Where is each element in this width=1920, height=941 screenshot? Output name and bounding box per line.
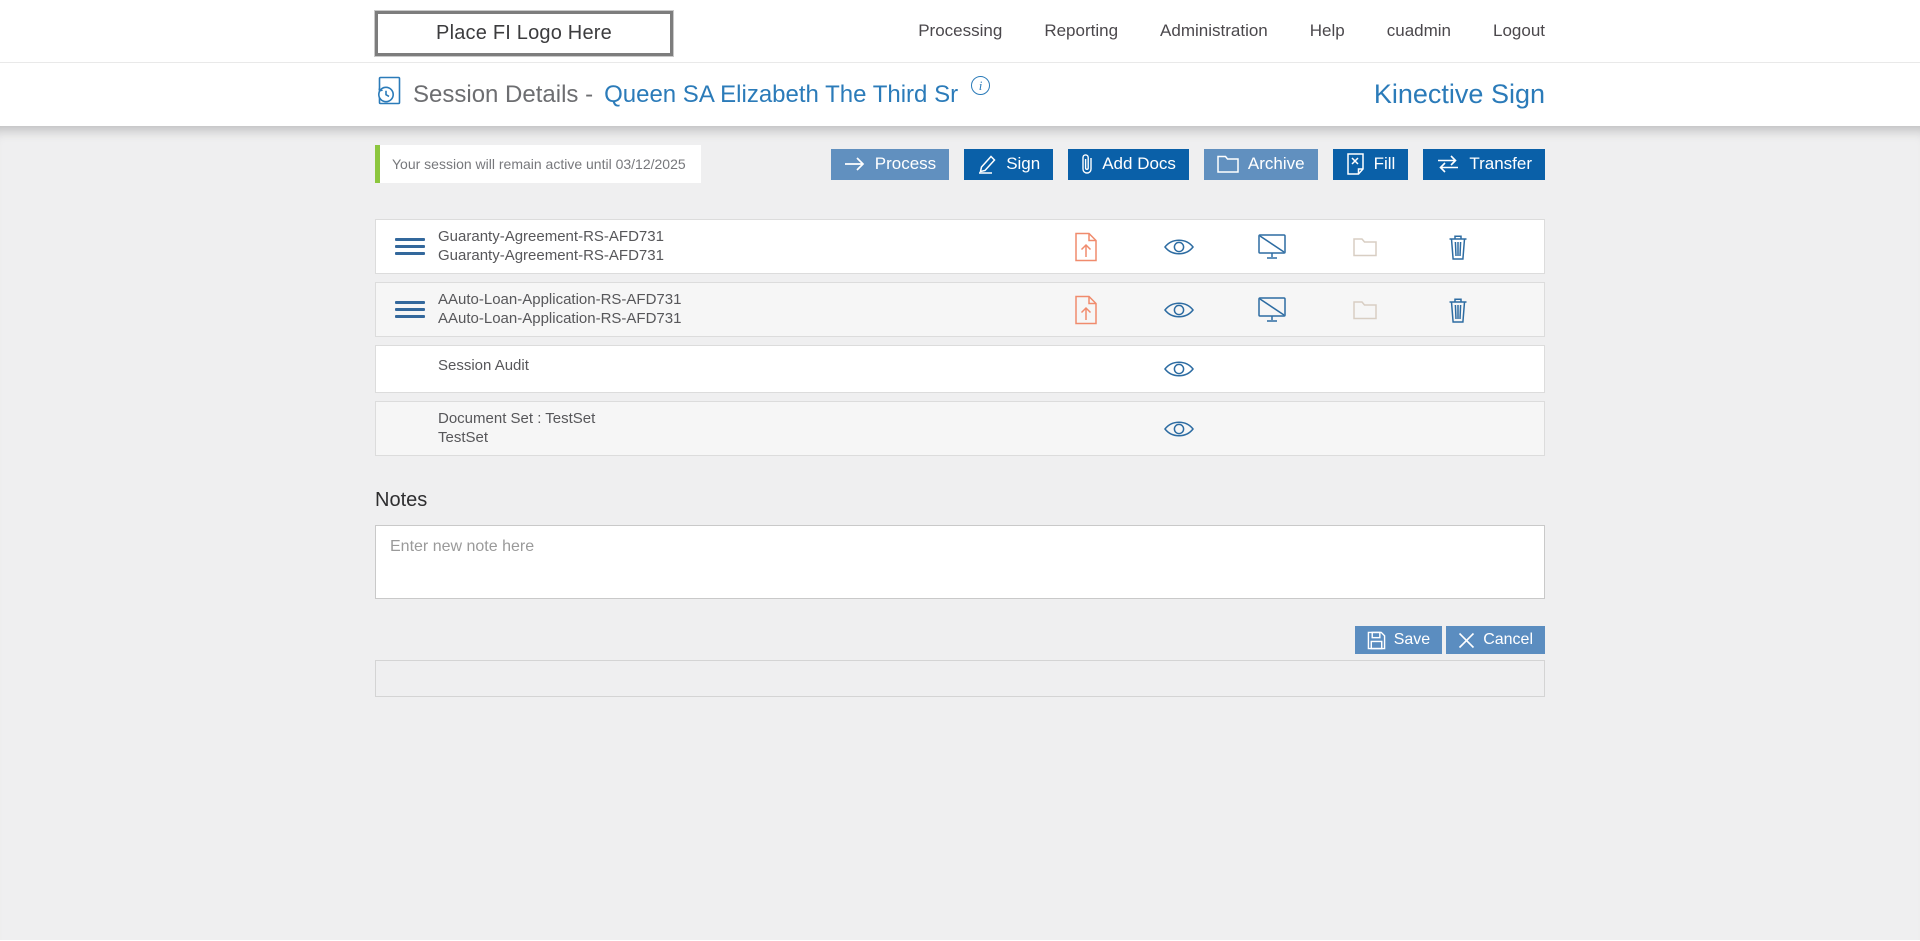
view-audit-icon[interactable] <box>1132 359 1225 379</box>
page-title: Session Details - <box>413 80 594 108</box>
session-expiry-text: Your session will remain active until 03… <box>392 156 686 172</box>
upload-document-icon[interactable] <box>1039 295 1132 325</box>
document-set-row: Document Set : TestSet TestSet <box>375 401 1545 456</box>
content-area: Your session will remain active until 03… <box>0 126 1920 940</box>
drag-handle-icon[interactable] <box>395 238 425 255</box>
pen-icon <box>977 154 997 174</box>
swap-arrows-icon <box>1436 155 1460 173</box>
fi-logo-text: Place FI Logo Here <box>436 21 612 44</box>
document-names: Guaranty-Agreement-RS-AFD731 Guaranty-Ag… <box>438 228 664 264</box>
product-brand: Kinective Sign <box>1373 79 1545 109</box>
process-button[interactable]: Process <box>830 148 950 180</box>
close-x-icon <box>1458 632 1475 649</box>
cancel-button[interactable]: Cancel <box>1446 626 1545 654</box>
display-document-icon[interactable] <box>1225 295 1318 325</box>
document-names: AAuto-Loan-Application-RS-AFD731 AAuto-L… <box>438 291 682 327</box>
note-input[interactable] <box>375 525 1545 599</box>
upload-document-icon[interactable] <box>1039 232 1132 262</box>
drag-handle-icon[interactable] <box>395 301 425 318</box>
paperclip-icon <box>1081 153 1093 175</box>
delete-document-icon[interactable] <box>1411 232 1504 262</box>
delete-document-icon[interactable] <box>1411 295 1504 325</box>
view-document-icon[interactable] <box>1132 295 1225 325</box>
archive-button[interactable]: Archive <box>1203 148 1318 180</box>
session-name-link[interactable]: Queen SA Elizabeth The Third Sr <box>604 81 958 109</box>
nav-item-reporting[interactable]: Reporting <box>1044 21 1118 41</box>
fill-button[interactable]: Fill <box>1332 148 1409 180</box>
top-bar: Place FI Logo Here Processing Reporting … <box>0 0 1920 62</box>
nav-item-processing[interactable]: Processing <box>918 21 1002 41</box>
document-row-auto-loan: AAuto-Loan-Application-RS-AFD731 AAuto-L… <box>375 282 1545 337</box>
session-title: Session Details - Queen SA Elizabeth The… <box>375 76 991 113</box>
info-icon[interactable]: i <box>971 76 991 95</box>
view-docset-icon[interactable] <box>1132 419 1225 439</box>
action-toolbar: Process Sign Add Docs Archive Fill Trans… <box>830 148 1545 180</box>
doc-x-icon <box>1346 153 1365 175</box>
session-expiry-notice: Your session will remain active until 03… <box>375 145 701 183</box>
document-names: Session Audit <box>438 357 529 374</box>
session-history-icon <box>375 76 402 113</box>
nav-item-logout[interactable]: Logout <box>1493 21 1545 41</box>
document-list: Guaranty-Agreement-RS-AFD731 Guaranty-Ag… <box>375 219 1545 456</box>
nav-item-administration[interactable]: Administration <box>1160 21 1268 41</box>
page-header: Session Details - Queen SA Elizabeth The… <box>0 62 1920 126</box>
document-row-guaranty: Guaranty-Agreement-RS-AFD731 Guaranty-Ag… <box>375 219 1545 274</box>
folder-document-icon[interactable] <box>1318 295 1411 325</box>
fi-logo-placeholder[interactable]: Place FI Logo Here <box>375 10 673 56</box>
save-button[interactable]: Save <box>1354 626 1443 654</box>
note-actions: Save Cancel <box>375 626 1545 654</box>
session-audit-row: Session Audit <box>375 345 1545 393</box>
floppy-disk-icon <box>1367 631 1386 650</box>
folder-icon <box>1217 155 1239 173</box>
display-document-icon[interactable] <box>1225 232 1318 262</box>
document-names: Document Set : TestSet TestSet <box>438 410 596 446</box>
notes-heading: Notes <box>375 489 428 511</box>
arrow-right-icon <box>844 156 866 172</box>
view-document-icon[interactable] <box>1132 232 1225 262</box>
add-docs-button[interactable]: Add Docs <box>1068 148 1189 180</box>
nav-item-help[interactable]: Help <box>1310 21 1345 41</box>
notes-history-panel <box>375 660 1545 697</box>
folder-document-icon[interactable] <box>1318 232 1411 262</box>
transfer-button[interactable]: Transfer <box>1423 148 1545 180</box>
nav-item-username[interactable]: cuadmin <box>1387 21 1451 41</box>
main-nav: Processing Reporting Administration Help… <box>918 21 1545 41</box>
sign-button[interactable]: Sign <box>964 148 1054 180</box>
